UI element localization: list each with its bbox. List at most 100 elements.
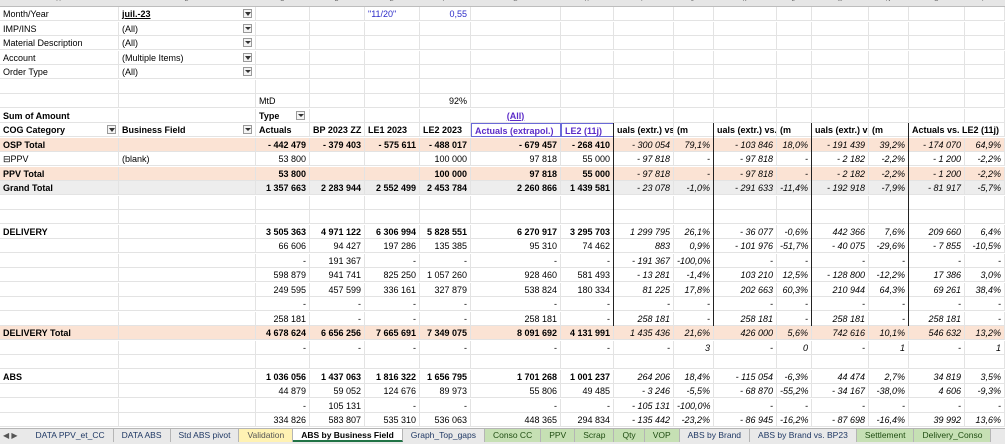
value-cell[interactable]: [420, 210, 471, 224]
cell[interactable]: [674, 36, 714, 50]
cell[interactable]: [869, 50, 909, 65]
cell[interactable]: [256, 65, 310, 79]
cell[interactable]: [777, 7, 812, 21]
value-cell[interactable]: 209 660: [909, 224, 965, 239]
cell[interactable]: [561, 79, 614, 94]
cell[interactable]: [365, 94, 420, 108]
value-cell[interactable]: -: [777, 166, 812, 181]
value-cell[interactable]: -: [909, 297, 965, 311]
value-cell[interactable]: -: [365, 253, 420, 268]
value-cell[interactable]: 258 181: [909, 311, 965, 326]
value-cell[interactable]: 12,5%: [777, 268, 812, 282]
filter-value[interactable]: (All): [119, 65, 256, 79]
filter-label[interactable]: Month/Year: [0, 7, 119, 21]
value-cell[interactable]: [365, 355, 420, 369]
value-cell[interactable]: [310, 166, 365, 181]
value-cell[interactable]: -: [256, 297, 310, 311]
cell[interactable]: [256, 79, 310, 94]
value-cell[interactable]: 2 453 784: [420, 181, 471, 195]
cell[interactable]: [869, 108, 909, 123]
value-cell[interactable]: -: [674, 166, 714, 181]
value-cell[interactable]: -0,6%: [777, 224, 812, 239]
cell[interactable]: [812, 36, 869, 50]
sheet-tab[interactable]: Settlement: [856, 429, 915, 442]
value-cell[interactable]: -1,4%: [674, 268, 714, 282]
cell[interactable]: [365, 50, 420, 65]
sheet-tab[interactable]: Qty: [614, 429, 645, 442]
column-letter[interactable]: E: [390, 0, 394, 3]
value-cell[interactable]: -: [674, 297, 714, 311]
value-cell[interactable]: [471, 355, 561, 369]
period-cell[interactable]: "11/20": [365, 7, 420, 21]
value-cell[interactable]: 0: [777, 340, 812, 355]
cell[interactable]: [561, 94, 614, 108]
cell[interactable]: [674, 108, 714, 123]
value-cell[interactable]: 17,8%: [674, 282, 714, 297]
cell[interactable]: [965, 108, 1005, 123]
cell[interactable]: [365, 79, 420, 94]
value-cell[interactable]: -: [420, 297, 471, 311]
value-cell[interactable]: 334 826: [256, 413, 310, 427]
column-header[interactable]: LE2 2023: [420, 123, 471, 137]
cell[interactable]: [561, 36, 614, 50]
value-cell[interactable]: -16,4%: [869, 413, 909, 427]
value-cell[interactable]: 1: [869, 340, 909, 355]
value-cell[interactable]: -: [310, 311, 365, 326]
value-cell[interactable]: -: [674, 311, 714, 326]
row-sublabel[interactable]: [119, 166, 256, 181]
value-cell[interactable]: - 86 945: [714, 413, 777, 427]
value-cell[interactable]: [471, 210, 561, 224]
value-cell[interactable]: 4 131 991: [561, 326, 614, 340]
cell[interactable]: [812, 108, 869, 123]
column-header[interactable]: Actuals (extrapol.): [471, 123, 561, 137]
value-cell[interactable]: [310, 210, 365, 224]
sheet-tab[interactable]: DATA ABS: [114, 429, 171, 442]
value-cell[interactable]: - 291 633: [714, 181, 777, 195]
value-cell[interactable]: [812, 210, 869, 224]
value-cell[interactable]: -: [777, 297, 812, 311]
cell[interactable]: [674, 65, 714, 79]
cell[interactable]: [869, 65, 909, 79]
value-cell[interactable]: -7,9%: [869, 181, 909, 195]
column-header[interactable]: (m: [869, 123, 909, 137]
filter-value[interactable]: (All): [119, 21, 256, 36]
value-cell[interactable]: - 575 611: [365, 137, 420, 152]
row-label[interactable]: [0, 355, 119, 369]
sheet-tab[interactable]: Scrap: [575, 429, 615, 442]
column-header[interactable]: uals (extr.) vs. LE2: [812, 123, 869, 137]
row-sublabel[interactable]: [119, 224, 256, 239]
dropdown-arrow-icon[interactable]: [243, 38, 252, 47]
value-cell[interactable]: 26,1%: [674, 224, 714, 239]
cell[interactable]: [561, 7, 614, 21]
row-sublabel[interactable]: [119, 239, 256, 253]
value-cell[interactable]: [614, 355, 674, 369]
cell[interactable]: [909, 94, 965, 108]
value-cell[interactable]: 59 052: [310, 384, 365, 398]
mtd-value[interactable]: 92%: [420, 94, 471, 108]
row-label[interactable]: [0, 413, 119, 427]
value-cell[interactable]: 883: [614, 239, 674, 253]
filter-value[interactable]: (All): [119, 36, 256, 50]
value-cell[interactable]: [965, 210, 1005, 224]
value-cell[interactable]: [909, 195, 965, 210]
value-cell[interactable]: [471, 195, 561, 210]
sheet-tab[interactable]: Std ABS pivot: [171, 429, 240, 442]
value-cell[interactable]: 4 678 624: [256, 326, 310, 340]
value-cell[interactable]: - 97 818: [714, 166, 777, 181]
value-cell[interactable]: 105 131: [310, 398, 365, 413]
value-cell[interactable]: - 2 182: [812, 166, 869, 181]
value-cell[interactable]: - 7 855: [909, 239, 965, 253]
row-sublabel[interactable]: [119, 384, 256, 398]
value-cell[interactable]: -: [310, 340, 365, 355]
cell[interactable]: [365, 21, 420, 36]
value-cell[interactable]: 327 879: [420, 282, 471, 297]
value-cell[interactable]: 264 206: [614, 369, 674, 384]
value-cell[interactable]: [614, 195, 674, 210]
cell[interactable]: [869, 7, 909, 21]
sheet-tab[interactable]: ABS by Brand: [680, 429, 751, 442]
row-sublabel[interactable]: [119, 340, 256, 355]
value-cell[interactable]: -: [812, 398, 869, 413]
cell[interactable]: [310, 79, 365, 94]
cell[interactable]: [310, 50, 365, 65]
cell[interactable]: [674, 21, 714, 36]
